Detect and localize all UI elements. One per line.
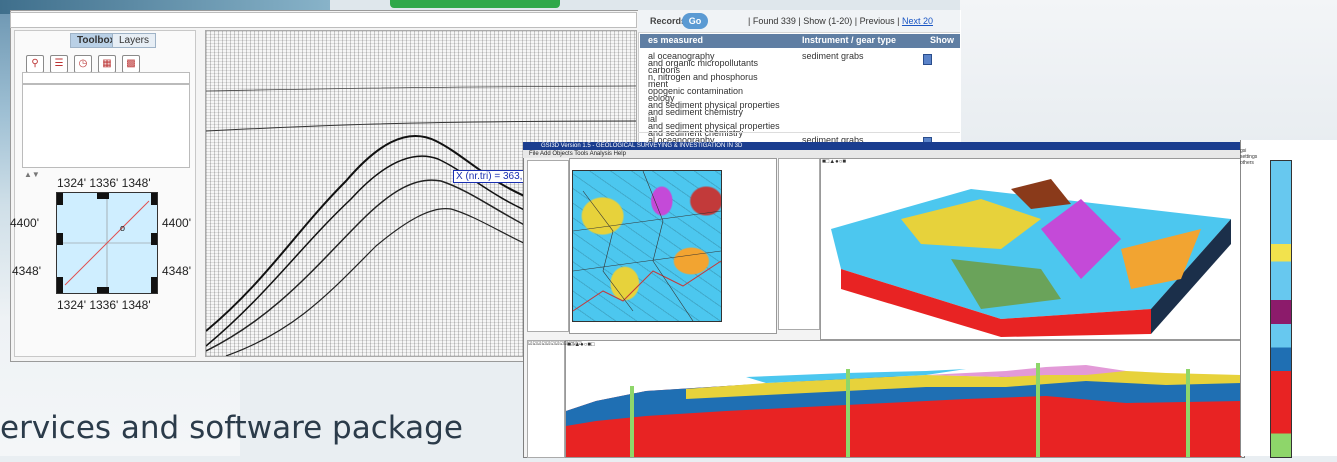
3d-view-toolbar[interactable]: ■□▲●○■ (822, 159, 942, 167)
zoom-icon[interactable]: ⚲ (26, 55, 44, 73)
3d-model-view[interactable] (820, 158, 1242, 340)
column-header-instrument[interactable]: Instrument / gear type (802, 35, 896, 45)
xy-coordinate-readout: X (nr.tri) = 363, Y (m (453, 170, 534, 183)
gsi3d-object-tree[interactable] (527, 160, 569, 332)
tab-layers[interactable]: Layers (112, 33, 157, 48)
gsi3d-menu-bar[interactable]: File Add Objects Tools Analysis Help (523, 150, 1243, 158)
map-left-bottom-label: 4348' (12, 264, 41, 278)
found-count-text: | Found 339 | Show (1-20) | Previous | (748, 16, 900, 26)
row-1-line-9: and sediment chemistry (648, 107, 744, 117)
seismic-address-bar[interactable] (10, 12, 637, 28)
borehole-tree[interactable]: gsi settings others (1240, 148, 1266, 208)
map-status-strip (567, 332, 767, 338)
location-map[interactable] (56, 192, 158, 294)
bars-icon[interactable]: ▦ (98, 55, 116, 73)
bore-tree-item[interactable]: others (1240, 160, 1266, 166)
caption-text: ervices and software package (0, 410, 463, 446)
column-header-show[interactable]: Show (930, 35, 954, 45)
collapse-arrows-icon[interactable]: ▲▼ (24, 170, 40, 179)
document-icon[interactable] (923, 54, 932, 65)
gsi3d-title-bar: GSI3D Version 1.5 - GEOLOGICAL SURVEYING… (523, 142, 1243, 150)
gsi3d-layer-tree[interactable] (778, 158, 820, 330)
green-header-bar (390, 0, 560, 8)
seismic-image-icon[interactable]: ▩ (122, 55, 140, 73)
map-right-bottom-label: 4348' (162, 264, 191, 278)
borehole-list[interactable]: ☑☑☑☑☑☑☑☑☑☑☑☑ (527, 340, 582, 458)
results-summary: | Found 339 | Show (1-20) | Previous | N… (748, 16, 933, 26)
records-label: Records (650, 16, 687, 26)
records-table-header: es measured Instrument / gear type Show (640, 34, 960, 48)
map-marker: o (120, 223, 126, 233)
cross-section-layers (566, 363, 1241, 457)
borehole-log-column[interactable] (1270, 160, 1292, 458)
records-row-1[interactable]: al oceanography and organic micropolluta… (638, 48, 960, 138)
section-toolbar[interactable]: ■□▲●○■□ (567, 342, 717, 350)
map-bottom-labels: 1324' 1336' 1348' (57, 298, 151, 312)
toolbox-list[interactable] (22, 84, 190, 168)
layer-list-icon[interactable]: ☰ (50, 55, 68, 73)
column-header-measured[interactable]: es measured (648, 35, 703, 45)
geological-map[interactable] (572, 170, 722, 322)
map-right-top-label: 4400' (162, 216, 191, 230)
next-page-link[interactable]: Next 20 (902, 16, 933, 26)
map-traces (573, 171, 721, 321)
background-right (960, 0, 1337, 160)
clock-icon[interactable]: ◷ (74, 55, 92, 73)
map-left-top-label: 4400' (10, 216, 39, 230)
go-button[interactable]: Go (682, 13, 708, 29)
toolbox-icon-row: ⚲ ☰ ◷ ▦ ▩ (26, 55, 140, 73)
toolbox-input[interactable] (22, 72, 190, 84)
3d-block-model (831, 179, 1231, 337)
location-map-graphic (57, 193, 157, 293)
row-1-instrument: sediment grabs (802, 51, 864, 61)
map-top-labels: 1324' 1336' 1348' (57, 176, 151, 190)
cross-section-view[interactable] (565, 340, 1242, 458)
